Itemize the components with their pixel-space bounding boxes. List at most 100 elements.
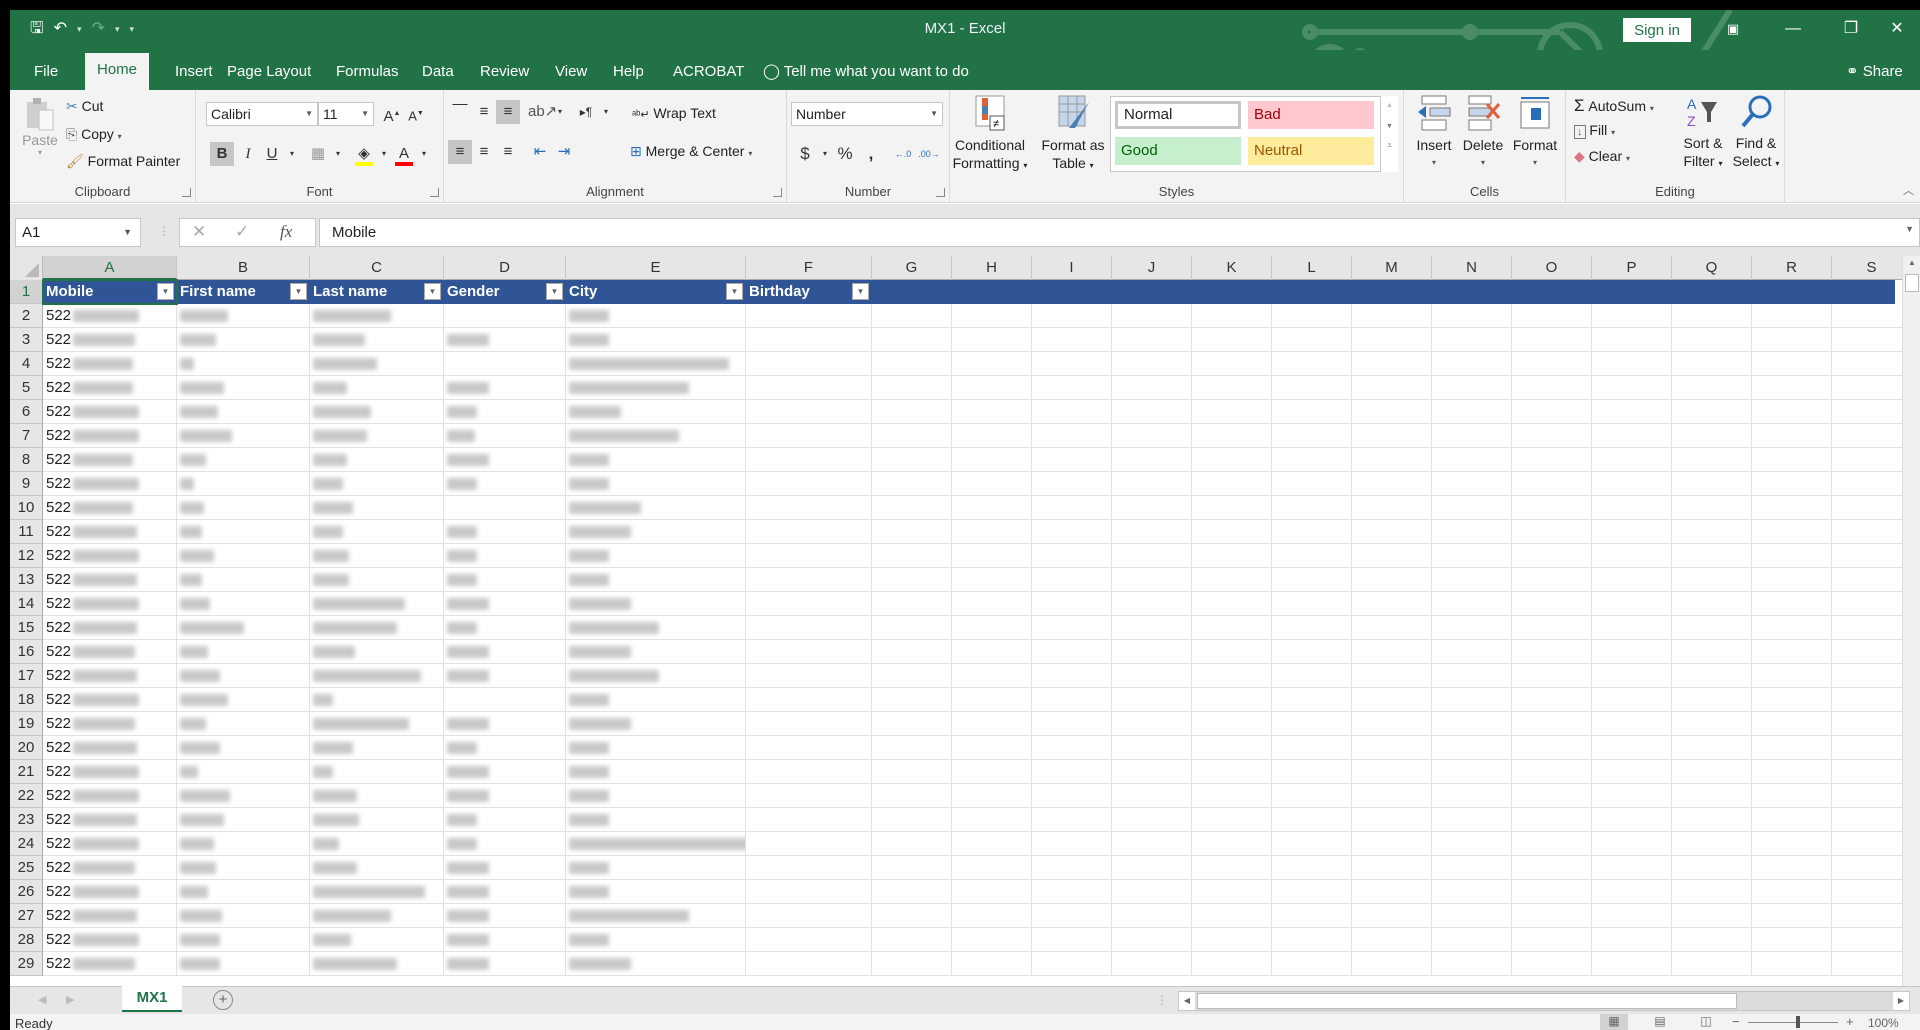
cell-j25[interactable] [1112, 856, 1192, 880]
cell-b20[interactable] [177, 736, 310, 760]
cell-p5[interactable] [1592, 376, 1672, 400]
filter-dropdown-icon[interactable]: ▼ [290, 283, 307, 300]
cell-d18[interactable] [444, 688, 566, 712]
cell-e28[interactable] [566, 928, 746, 952]
cell-l18[interactable] [1272, 688, 1352, 712]
cell-g2[interactable] [872, 304, 952, 328]
cell-b25[interactable] [177, 856, 310, 880]
row-header-22[interactable]: 22 [10, 784, 43, 808]
cell-j23[interactable] [1112, 808, 1192, 832]
cell-h28[interactable] [952, 928, 1032, 952]
cell-o28[interactable] [1512, 928, 1592, 952]
cell-n17[interactable] [1432, 664, 1512, 688]
row-header-27[interactable]: 27 [10, 904, 43, 928]
column-header-b[interactable]: B [177, 256, 310, 280]
cell-i20[interactable] [1032, 736, 1112, 760]
horizontal-scrollbar[interactable]: ◀ ▶ [1178, 991, 1910, 1011]
cell-e21[interactable] [566, 760, 746, 784]
cell-j8[interactable] [1112, 448, 1192, 472]
cell-r4[interactable] [1752, 352, 1832, 376]
cell-p22[interactable] [1592, 784, 1672, 808]
cell-m12[interactable] [1352, 544, 1432, 568]
cell-l12[interactable] [1272, 544, 1352, 568]
cell-i4[interactable] [1032, 352, 1112, 376]
cell-c2[interactable] [310, 304, 444, 328]
cell-b29[interactable] [177, 952, 310, 976]
scroll-up-icon[interactable]: ▲ [1905, 258, 1919, 272]
cell-a3[interactable]: 522 [43, 328, 177, 352]
cell-k27[interactable] [1192, 904, 1272, 928]
row-header-26[interactable]: 26 [10, 880, 43, 904]
cell-g18[interactable] [872, 688, 952, 712]
cell-d17[interactable] [444, 664, 566, 688]
cell-j3[interactable] [1112, 328, 1192, 352]
gallery-more-icon[interactable]: ⩡ [1381, 140, 1398, 151]
cell-i6[interactable] [1032, 400, 1112, 424]
collapse-ribbon-icon[interactable]: ︿ [1903, 182, 1914, 198]
cell-g26[interactable] [872, 880, 952, 904]
cell-g24[interactable] [872, 832, 952, 856]
cell-k3[interactable] [1192, 328, 1272, 352]
row-header-1[interactable]: 1 [10, 280, 43, 304]
zoom-level[interactable]: 100% [1868, 1016, 1899, 1030]
column-header-c[interactable]: C [310, 256, 444, 280]
cell-c8[interactable] [310, 448, 444, 472]
cell-n11[interactable] [1432, 520, 1512, 544]
cell-b13[interactable] [177, 568, 310, 592]
filter-dropdown-icon[interactable]: ▼ [726, 283, 743, 300]
row-header-29[interactable]: 29 [10, 952, 43, 976]
cell-h16[interactable] [952, 640, 1032, 664]
cell-c5[interactable] [310, 376, 444, 400]
cell-i8[interactable] [1032, 448, 1112, 472]
row-header-2[interactable]: 2 [10, 304, 43, 328]
cell-d8[interactable] [444, 448, 566, 472]
cell-i21[interactable] [1032, 760, 1112, 784]
cell-r20[interactable] [1752, 736, 1832, 760]
vertical-scroll-thumb[interactable] [1905, 274, 1919, 292]
cell-j9[interactable] [1112, 472, 1192, 496]
cell-o18[interactable] [1512, 688, 1592, 712]
row-header-24[interactable]: 24 [10, 832, 43, 856]
tab-split-handle-icon[interactable]: ⋮ [1156, 993, 1168, 1007]
row-header-10[interactable]: 10 [10, 496, 43, 520]
cell-p18[interactable] [1592, 688, 1672, 712]
row-header-16[interactable]: 16 [10, 640, 43, 664]
cell-p8[interactable] [1592, 448, 1672, 472]
cell-d4[interactable] [444, 352, 566, 376]
cell-a24[interactable]: 522 [43, 832, 177, 856]
cell-m15[interactable] [1352, 616, 1432, 640]
sheet-tab-mx1[interactable]: MX1 [122, 986, 182, 1012]
cell-m24[interactable] [1352, 832, 1432, 856]
cell-j16[interactable] [1112, 640, 1192, 664]
merge-center-button[interactable]: ⊞ Merge & Center ▾ [630, 143, 752, 160]
cell-s11[interactable] [1832, 520, 1912, 544]
cell-m5[interactable] [1352, 376, 1432, 400]
cell-l16[interactable] [1272, 640, 1352, 664]
cell-e14[interactable] [566, 592, 746, 616]
cell-f15[interactable] [746, 616, 872, 640]
cell-a14[interactable]: 522 [43, 592, 177, 616]
row-header-5[interactable]: 5 [10, 376, 43, 400]
cell-o3[interactable] [1512, 328, 1592, 352]
cell-n4[interactable] [1432, 352, 1512, 376]
cell-e5[interactable] [566, 376, 746, 400]
cell-e4[interactable] [566, 352, 746, 376]
cell-h10[interactable] [952, 496, 1032, 520]
cell-s20[interactable] [1832, 736, 1912, 760]
cell-a16[interactable]: 522 [43, 640, 177, 664]
cell-a19[interactable]: 522 [43, 712, 177, 736]
cell-e3[interactable] [566, 328, 746, 352]
tab-page-layout[interactable]: Page Layout [227, 62, 311, 82]
cell-h26[interactable] [952, 880, 1032, 904]
cell-p12[interactable] [1592, 544, 1672, 568]
cell-f27[interactable] [746, 904, 872, 928]
cell-f26[interactable] [746, 880, 872, 904]
cell-b19[interactable] [177, 712, 310, 736]
column-header-l[interactable]: L [1272, 256, 1352, 280]
align-left-icon[interactable]: ≡ [448, 140, 472, 164]
cell-g14[interactable] [872, 592, 952, 616]
clipboard-dialog-launcher[interactable] [182, 188, 191, 197]
filter-dropdown-icon[interactable]: ▼ [852, 283, 869, 300]
align-right-icon[interactable]: ≡ [496, 140, 520, 164]
cell-n28[interactable] [1432, 928, 1512, 952]
